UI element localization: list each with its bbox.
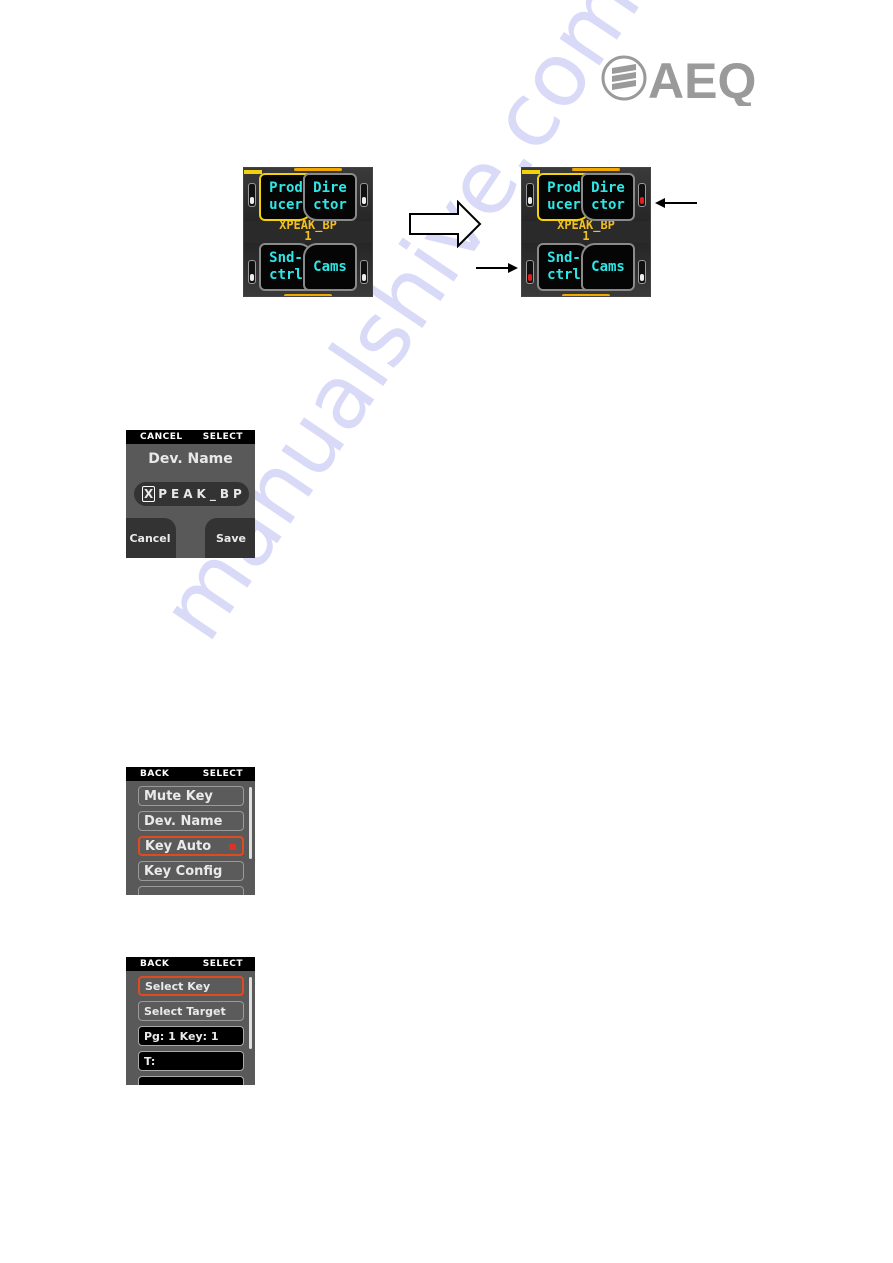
text-cursor: X xyxy=(142,486,156,502)
key-value-field: Pg: 1 Key: 1 xyxy=(138,1026,244,1046)
menu-item-key-auto[interactable]: Key Auto xyxy=(138,836,244,856)
menu-item-mute-key[interactable]: Mute Key xyxy=(138,786,244,806)
menu-list: Mute Key Dev. Name Key Auto Key Config xyxy=(138,786,244,895)
right-arrow-icon xyxy=(409,200,482,248)
softkey-select[interactable]: SELECT xyxy=(203,959,243,969)
device-name-input[interactable]: X PEAK_BP xyxy=(134,482,249,506)
device-name-label: XPEAK_BP 1 xyxy=(279,218,337,243)
key-panel-after: XPEAK_BP 1 Prod ucer Dire ctor Snd- ctrl… xyxy=(521,167,651,297)
key-director[interactable]: Dire ctor xyxy=(303,173,357,221)
softkey-bar: CANCEL SELECT xyxy=(126,430,255,444)
save-button[interactable]: Save xyxy=(205,518,255,558)
key-cams[interactable]: Cams xyxy=(303,243,357,291)
menu-item-select-key[interactable]: Select Key xyxy=(138,976,244,996)
menu-item-label: Select Target xyxy=(144,1004,226,1018)
scrollbar[interactable] xyxy=(249,977,252,1049)
menu-list: Select Key Select Target Pg: 1 Key: 1 T: xyxy=(138,976,244,1085)
key-director[interactable]: Dire ctor xyxy=(581,173,635,221)
softkey-select[interactable]: SELECT xyxy=(203,769,243,779)
softkey-back[interactable]: BACK xyxy=(140,959,169,969)
aeq-logo: AEQ xyxy=(600,52,770,109)
logo-text: AEQ xyxy=(648,53,756,106)
softkey-bar: BACK SELECT xyxy=(126,767,255,781)
active-indicator-icon xyxy=(229,844,236,850)
led-indicator-director xyxy=(638,183,646,207)
key-panel-before: XPEAK_BP 1 Prod ucer Dire ctor Snd- ctrl… xyxy=(243,167,373,297)
softkey-back[interactable]: BACK xyxy=(140,769,169,779)
menu-item-label: Key Auto xyxy=(145,838,212,854)
dev-name-screen: CANCEL SELECT Dev. Name X PEAK_BP Cancel… xyxy=(126,430,255,558)
pointer-arrow-right-icon xyxy=(476,263,518,273)
softkey-cancel[interactable]: CANCEL xyxy=(140,432,183,442)
settings-menu-screen: BACK SELECT Mute Key Dev. Name Key Auto … xyxy=(126,767,255,895)
key-cams[interactable]: Cams xyxy=(581,243,635,291)
pointer-arrow-left-icon xyxy=(655,198,697,208)
menu-item-select-target[interactable]: Select Target xyxy=(138,1001,244,1021)
menu-item-label: Select Key xyxy=(145,979,211,993)
led-indicator-snd-ctrl xyxy=(248,260,256,284)
name-value: PEAK_BP xyxy=(158,487,246,501)
led-indicator-cams xyxy=(360,260,368,284)
menu-item-dev-name[interactable]: Dev. Name xyxy=(138,811,244,831)
led-indicator-producer xyxy=(526,183,534,207)
value-label: Pg: 1 Key: 1 xyxy=(144,1029,219,1043)
screen-title: Dev. Name xyxy=(148,451,233,467)
led-indicator-snd-ctrl xyxy=(526,260,534,284)
scrollbar[interactable] xyxy=(249,787,252,859)
led-indicator-director xyxy=(360,183,368,207)
device-name-label: XPEAK_BP 1 xyxy=(557,218,615,243)
value-label: T: xyxy=(144,1054,156,1068)
menu-item-key-config[interactable]: Key Config xyxy=(138,861,244,881)
softkey-bar: BACK SELECT xyxy=(126,957,255,971)
menu-item-next-partial xyxy=(138,1076,244,1085)
key-auto-screen: BACK SELECT Select Key Select Target Pg:… xyxy=(126,957,255,1085)
cancel-button[interactable]: Cancel xyxy=(126,518,176,558)
menu-item-next-partial[interactable] xyxy=(138,886,244,895)
menu-item-label: Dev. Name xyxy=(144,813,223,829)
led-indicator-producer xyxy=(248,183,256,207)
led-indicator-cams xyxy=(638,260,646,284)
menu-item-label: Key Config xyxy=(144,863,223,879)
target-value-field: T: xyxy=(138,1051,244,1071)
menu-item-label: Mute Key xyxy=(144,788,213,804)
softkey-select[interactable]: SELECT xyxy=(203,432,243,442)
